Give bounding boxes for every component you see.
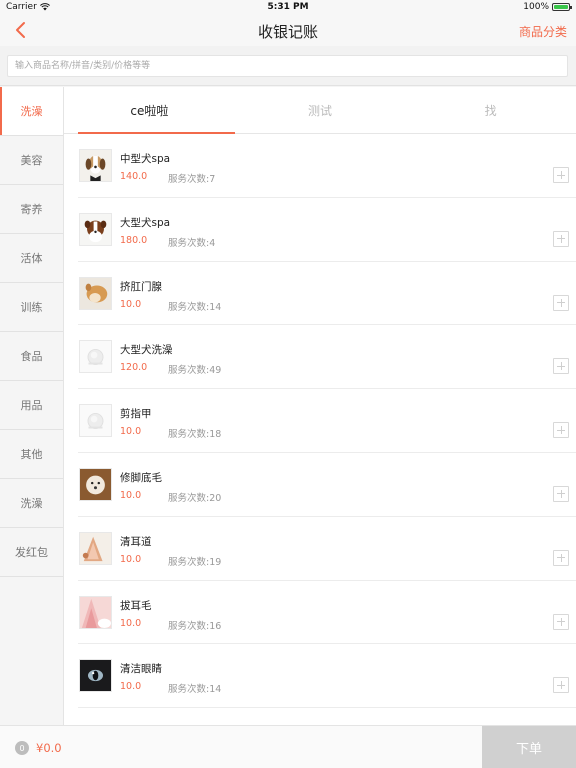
add-button[interactable] xyxy=(553,613,569,630)
product-name: 清耳道 xyxy=(120,535,152,548)
service-count: 服务次数:7 xyxy=(168,174,216,185)
sidebar-item-label: 食品 xyxy=(20,350,43,363)
add-button[interactable] xyxy=(553,167,569,183)
product-name: 拔耳毛 xyxy=(120,599,152,612)
product-row[interactable]: 清耳道 10.0 服务次数:19 xyxy=(78,517,576,581)
product-price: 10.0 xyxy=(120,553,142,565)
subcategory-tabs: ce啦啦 测试 找 xyxy=(64,87,576,134)
sidebar-item-live-pets[interactable]: 活体 xyxy=(0,234,63,283)
product-price: 140.0 xyxy=(120,171,148,182)
status-bar: Carrier 5:31 PM 100% xyxy=(0,0,576,14)
nav-bar: 收银记账 商品分类 xyxy=(0,14,576,46)
product-name: 修脚底毛 xyxy=(120,471,162,484)
product-price: 10.0 xyxy=(120,681,142,693)
sidebar-item-other[interactable]: 其他 xyxy=(0,430,63,479)
product-row[interactable]: 挤肛门腺 10.0 服务次数:14 xyxy=(78,262,576,326)
battery-percent: 100% xyxy=(523,2,549,12)
beagle-photo xyxy=(79,149,112,182)
product-price: 10.0 xyxy=(120,426,142,438)
sidebar-item-bath-2[interactable]: 洗澡 xyxy=(0,479,63,528)
product-row[interactable]: 大型犬洗澡 120.0 服务次数:49 xyxy=(78,325,576,390)
sidebar-item-label: 其他 xyxy=(20,448,43,461)
service-count: 服务次数:49 xyxy=(168,365,222,377)
fluffy-dog-photo xyxy=(79,467,112,501)
product-price: 180.0 xyxy=(120,234,148,246)
tab-celala[interactable]: ce啦啦 xyxy=(64,87,235,134)
add-button[interactable] xyxy=(553,549,569,566)
sidebar-item-label: 活体 xyxy=(20,252,43,265)
search-input[interactable] xyxy=(7,55,568,77)
product-list: 中型犬spa 140.0 服务次数:7 大型犬spa 180.0 服务次数:4 … xyxy=(64,134,576,709)
sidebar-item-label: 发红包 xyxy=(15,546,48,559)
checkout-bar: 0 ¥0.0 下单 xyxy=(0,725,576,768)
add-button[interactable] xyxy=(553,294,569,311)
product-panel: ce啦啦 测试 找 中型犬spa 140.0 服务次数:7 大型犬spa 180… xyxy=(64,87,576,725)
product-row[interactable]: 拔耳毛 10.0 服务次数:16 xyxy=(78,581,576,645)
product-name: 剪指甲 xyxy=(120,408,152,421)
sidebar-item-supplies[interactable]: 用品 xyxy=(0,381,63,430)
cat-eye-photo xyxy=(79,659,112,693)
battery-icon xyxy=(552,3,572,11)
category-button[interactable]: 商品分类 xyxy=(519,23,567,40)
collie-photo xyxy=(79,212,112,246)
product-price: 10.0 xyxy=(120,489,142,501)
service-count: 服务次数:16 xyxy=(168,620,222,632)
sidebar-item-boarding[interactable]: 寄养 xyxy=(0,185,63,234)
placeholder-image xyxy=(79,404,112,438)
product-price: 10.0 xyxy=(120,298,142,310)
add-button[interactable] xyxy=(553,230,569,247)
cart-count-badge[interactable]: 0 xyxy=(15,741,29,755)
product-name: 挤肛门腺 xyxy=(120,280,162,293)
search-bar xyxy=(0,46,576,86)
sidebar-item-label: 用品 xyxy=(20,399,43,412)
category-sidebar: 洗澡 美容 寄养 活体 训练 食品 用品 其他 洗澡 发红包 xyxy=(0,87,64,725)
place-order-button[interactable]: 下单 xyxy=(482,726,576,768)
sidebar-item-label: 洗澡 xyxy=(20,105,43,118)
product-row[interactable]: 剪指甲 10.0 服务次数:18 xyxy=(78,389,576,453)
service-count: 服务次数:4 xyxy=(168,237,216,249)
product-row[interactable]: 修脚底毛 10.0 服务次数:20 xyxy=(78,453,576,517)
service-count: 服务次数:19 xyxy=(168,556,222,568)
page-title: 收银记账 xyxy=(257,23,318,41)
product-price: 10.0 xyxy=(120,617,142,629)
product-name: 中型犬spa xyxy=(120,153,171,165)
add-button[interactable] xyxy=(553,358,569,375)
battery-group: 100% xyxy=(523,2,572,12)
add-button[interactable] xyxy=(553,677,569,694)
add-button[interactable] xyxy=(553,422,569,439)
sidebar-item-training[interactable]: 训练 xyxy=(0,283,63,332)
sidebar-item-red-packet[interactable]: 发红包 xyxy=(0,528,63,577)
product-row[interactable]: 大型犬spa 180.0 服务次数:4 xyxy=(78,198,576,262)
pink-ear-photo xyxy=(79,595,112,629)
service-count: 服务次数:14 xyxy=(168,684,222,696)
product-name: 清洁眼睛 xyxy=(120,663,162,676)
product-name: 大型犬spa xyxy=(120,216,171,229)
order-total: ¥0.0 xyxy=(36,741,62,755)
tab-find[interactable]: 找 xyxy=(405,87,576,133)
cat-ear-photo xyxy=(79,531,112,565)
clock: 5:31 PM xyxy=(267,2,309,12)
service-count: 服务次数:14 xyxy=(168,301,222,313)
tab-test[interactable]: 测试 xyxy=(235,87,406,133)
sidebar-item-label: 洗澡 xyxy=(20,497,43,510)
product-name: 大型犬洗澡 xyxy=(120,344,173,357)
sidebar-item-food[interactable]: 食品 xyxy=(0,332,63,381)
sidebar-item-bath[interactable]: 洗澡 xyxy=(0,87,63,136)
sidebar-item-label: 训练 xyxy=(20,301,43,314)
corgi-photo xyxy=(79,276,112,310)
product-price: 120.0 xyxy=(120,362,148,374)
product-row[interactable]: 清洁眼睛 10.0 服务次数:14 xyxy=(78,644,576,709)
service-count: 服务次数:18 xyxy=(168,429,222,441)
sidebar-item-label: 美容 xyxy=(20,154,43,167)
sidebar-item-beauty[interactable]: 美容 xyxy=(0,136,63,185)
placeholder-image xyxy=(79,340,112,374)
add-button[interactable] xyxy=(553,485,569,502)
service-count: 服务次数:20 xyxy=(168,492,222,504)
sidebar-item-label: 寄养 xyxy=(20,203,43,216)
battery-level xyxy=(554,5,568,9)
product-row[interactable]: 中型犬spa 140.0 服务次数:7 xyxy=(78,134,576,198)
